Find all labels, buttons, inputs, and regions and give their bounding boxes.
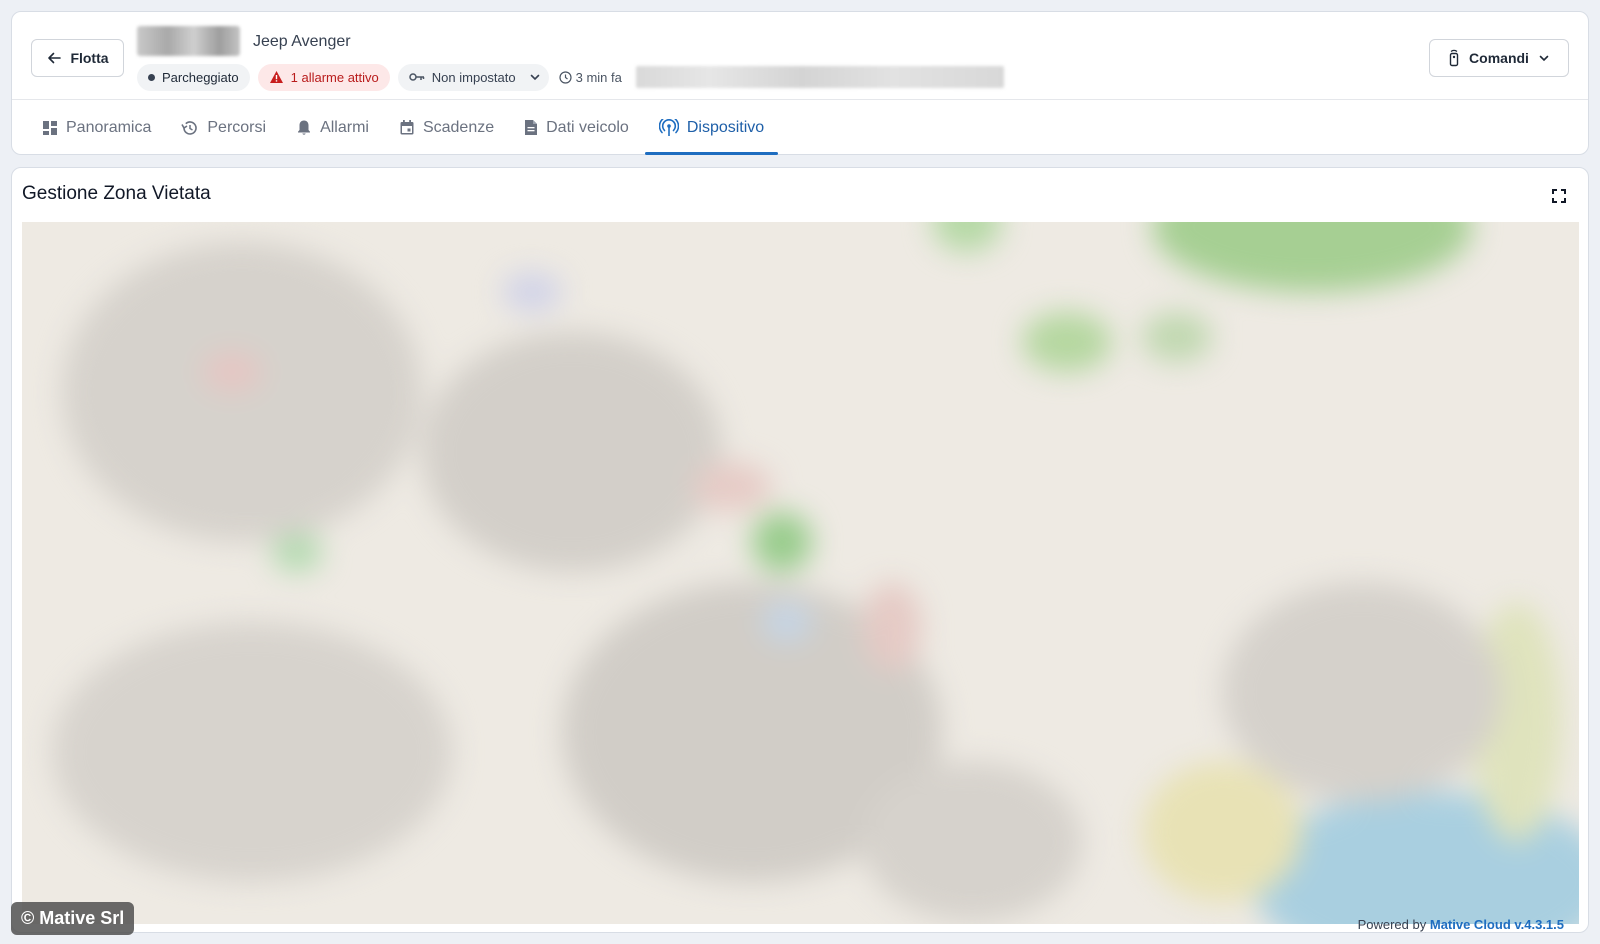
fullscreen-button[interactable] [1548, 185, 1570, 207]
antenna-icon [658, 118, 679, 137]
remote-control-icon [1448, 49, 1460, 67]
vehicle-header: Flotta Jeep Avenger Parcheggiato 1 allar… [11, 11, 1589, 155]
key-status-dropdown[interactable]: Non impostato [397, 63, 549, 91]
tab-label: Panoramica [66, 118, 152, 136]
license-plate-redacted [137, 26, 240, 56]
tab-label: Allarmi [320, 118, 369, 136]
back-button-label: Flotta [70, 50, 109, 66]
bell-icon [296, 119, 312, 136]
status-dot-icon [148, 73, 155, 81]
tab-dati-veicolo[interactable]: Dati veicolo [510, 100, 643, 155]
commands-label: Comandi [1469, 50, 1529, 66]
alarm-badge[interactable]: 1 allarme attivo [257, 63, 390, 91]
parking-status-badge: Parcheggiato [137, 63, 250, 91]
copyright-watermark: © Mative Srl [11, 902, 135, 935]
forbidden-zone-panel: Gestione Zona Vietata Powered by Mative … [11, 167, 1589, 933]
commands-button[interactable]: Comandi [1429, 39, 1569, 77]
key-status-label: Non impostato [431, 69, 516, 85]
last-update: 3 min fa [559, 70, 622, 85]
fullscreen-icon [1548, 185, 1570, 207]
tab-label: Dispositivo [686, 118, 765, 136]
key-icon [409, 71, 425, 83]
tab-label: Dati veicolo [546, 118, 629, 136]
powered-by-prefix: Powered by [1357, 917, 1427, 932]
vehicle-name: Jeep Avenger [253, 33, 351, 50]
tab-allarmi[interactable]: Allarmi [282, 100, 383, 155]
back-to-fleet-button[interactable]: Flotta [31, 39, 124, 77]
chevron-down-icon [1538, 52, 1550, 64]
tab-label: Percorsi [207, 118, 267, 136]
warning-icon [269, 70, 284, 84]
powered-by-brand[interactable]: Mative Cloud v.4.3.1.5 [1430, 917, 1564, 932]
last-update-label: 3 min fa [575, 69, 622, 85]
document-icon [524, 119, 538, 136]
status-chips: Parcheggiato 1 allarme attivo Non impost… [137, 63, 1004, 91]
tab-scadenze[interactable]: Scadenze [385, 100, 508, 155]
vehicle-tabs: Panoramica Percorsi Allarmi Scadenze Dat… [28, 100, 780, 155]
tab-label: Scadenze [422, 118, 495, 136]
history-icon [181, 120, 199, 136]
panel-title: Gestione Zona Vietata [22, 183, 211, 204]
tab-percorsi[interactable]: Percorsi [167, 100, 280, 155]
map-canvas[interactable] [22, 222, 1579, 924]
clock-icon [559, 70, 572, 84]
chevron-down-icon [529, 71, 541, 83]
address-redacted [635, 66, 1004, 88]
parking-status-label: Parcheggiato [162, 69, 239, 85]
calendar-icon [399, 119, 415, 136]
tab-panoramica[interactable]: Panoramica [28, 100, 165, 155]
map-tiles-blurred [22, 222, 1579, 924]
alarm-label: 1 allarme attivo [290, 69, 379, 85]
arrow-left-icon [46, 50, 62, 66]
dashboard-icon [42, 120, 58, 136]
powered-by: Powered by Mative Cloud v.4.3.1.5 [1358, 917, 1564, 932]
tab-dispositivo[interactable]: Dispositivo [644, 100, 779, 155]
